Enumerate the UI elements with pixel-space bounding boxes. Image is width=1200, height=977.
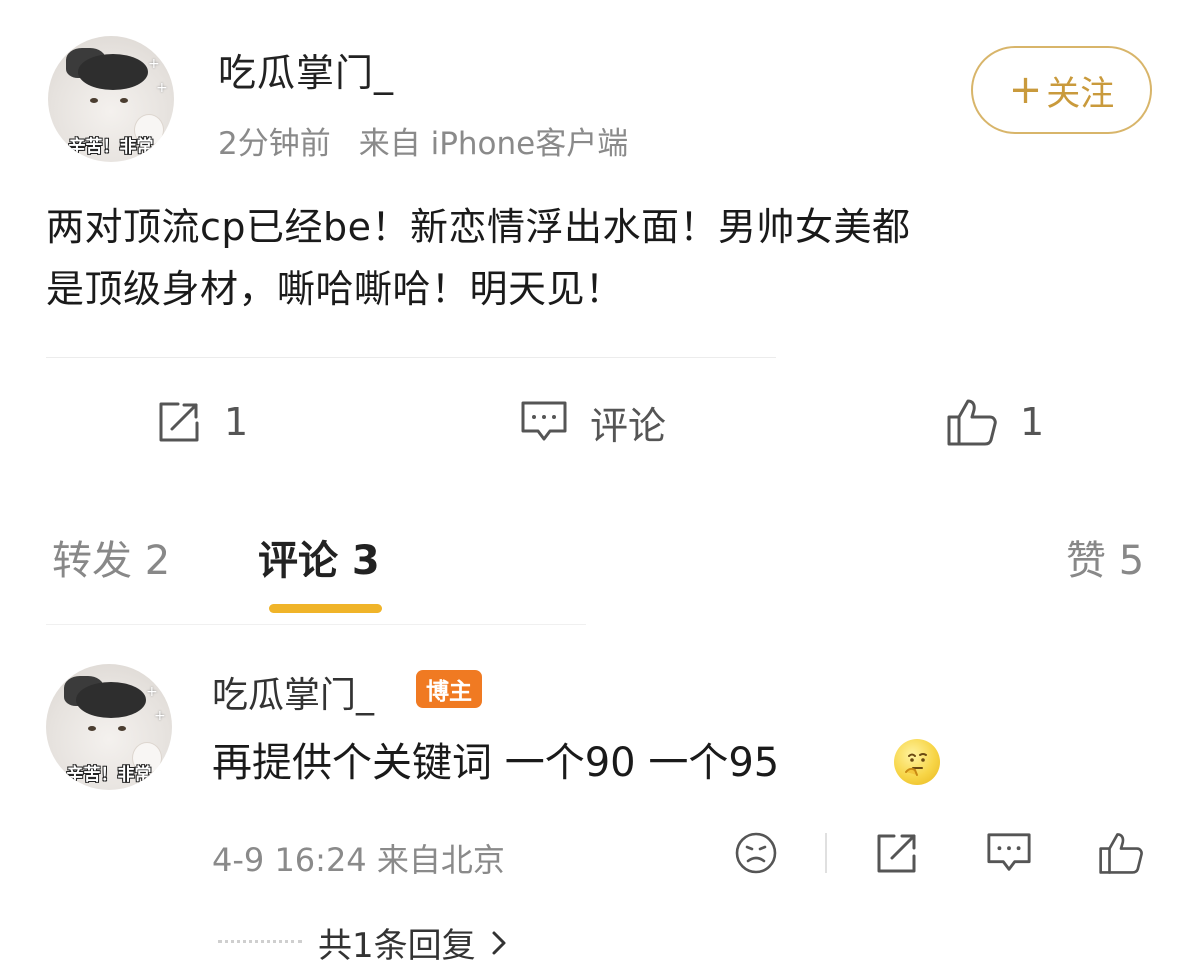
plus-icon: + — [1008, 67, 1043, 113]
reply-dots — [218, 940, 302, 943]
post-text-line: 是顶级身材，嘶哈嘶哈！明天见！ — [46, 267, 624, 311]
comment-icon — [521, 401, 567, 441]
post-body: 两对顶流cp已经be！新恋情浮出水面！男帅女美都 是顶级身材，嘶哈嘶哈！明天见！ — [46, 196, 1166, 320]
repost-button[interactable]: 1 — [156, 392, 248, 452]
chevron-right-icon — [492, 931, 506, 954]
tab-like[interactable]: 赞 5 — [1066, 528, 1144, 586]
commenter-name[interactable]: 吃瓜掌门_ — [212, 666, 374, 718]
divider — [46, 357, 776, 358]
like-button[interactable]: 1 — [946, 392, 1044, 452]
divider — [46, 624, 586, 625]
avatar-caption: 辛苦！非常 — [68, 137, 154, 157]
active-tab-indicator — [269, 604, 382, 613]
divider — [825, 833, 827, 873]
post-author-avatar[interactable]: + + 辛苦！非常 — [48, 36, 174, 162]
share-icon[interactable] — [874, 830, 920, 876]
repost-count: 1 — [224, 400, 249, 444]
post-source: 来自 iPhone客户端 — [358, 126, 629, 162]
post-time: 2分钟前 — [218, 126, 331, 162]
thumbs-up-icon[interactable] — [1098, 830, 1144, 876]
post-text-line: 两对顶流cp已经be！新恋情浮出水面！男帅女美都 — [46, 205, 911, 249]
author-badge: 博主 — [416, 670, 482, 708]
post-author-name[interactable]: 吃瓜掌门_ — [218, 42, 394, 97]
post-meta: 2分钟前 来自 iPhone客户端 — [218, 118, 628, 163]
share-icon — [159, 402, 199, 442]
view-replies-link[interactable]: 共1条回复 — [318, 918, 508, 967]
like-count: 1 — [1020, 400, 1045, 444]
follow-label: 关注 — [1046, 73, 1115, 114]
commenter-avatar[interactable]: + + 辛苦！非常 — [46, 664, 172, 790]
tab-comment[interactable]: 评论 3 — [258, 528, 380, 586]
thumbs-up-icon — [947, 399, 997, 446]
comment-meta: 4-9 16:24 来自北京 — [212, 841, 505, 879]
follow-button[interactable]: + 关注 — [971, 46, 1152, 134]
thinking-emoji-icon — [894, 739, 940, 785]
comment-button[interactable]: 评论 — [520, 392, 666, 452]
comment-icon[interactable] — [986, 830, 1032, 876]
comment-text: 再提供个关键词 一个90 一个95 — [212, 740, 780, 786]
tab-repost[interactable]: 转发 2 — [52, 528, 170, 586]
reply-count-label: 共1条回复 — [318, 926, 476, 966]
avatar-caption: 辛苦！非常 — [66, 765, 152, 785]
comment-label: 评论 — [590, 403, 667, 448]
sad-face-icon[interactable] — [733, 830, 779, 876]
